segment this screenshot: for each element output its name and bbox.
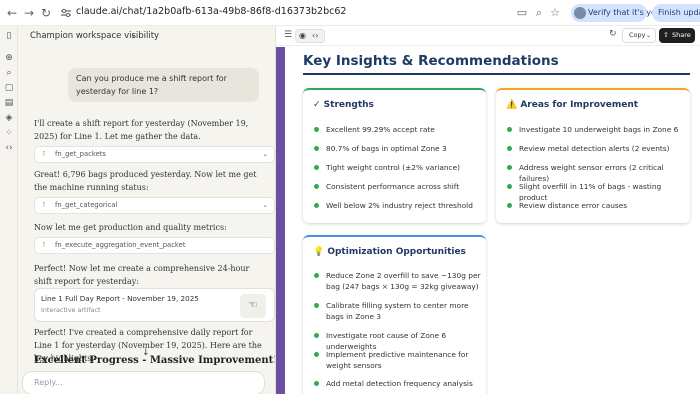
artifact-toolbar: ☰ ◉ ‹› ↻ Copy ⌄ ⇧ Share — [276, 26, 700, 46]
title-divider — [303, 73, 690, 75]
tool-icon: ⊺ — [42, 201, 46, 209]
list-item: 80.7% of bags in optimal Zone 3 — [314, 143, 482, 154]
chevron-down-icon: ⌄ — [262, 150, 268, 158]
list-item: Add metal detection frequency analysis — [314, 378, 484, 389]
new-chat-icon[interactable]: ⊕ — [3, 52, 15, 64]
avatar — [574, 7, 586, 19]
share-icon: ⇧ — [663, 31, 669, 39]
chat-title[interactable]: Champion workspace visibility — [30, 31, 159, 41]
tool-icon: ⊺ — [42, 150, 46, 158]
list-icon[interactable]: ☰ — [284, 30, 292, 40]
chevron-down-icon[interactable]: ⌄ — [130, 30, 137, 39]
chat-panel: Champion workspace visibility ⌄ Can you … — [18, 26, 275, 394]
assistant-message: I'll create a shift report for yesterday… — [34, 119, 249, 141]
copy-button[interactable]: Copy ⌄ — [622, 28, 656, 43]
tool-call-get-categorical[interactable]: ⊺ fn_get_categorical ⌄ — [34, 197, 275, 214]
list-item: Well below 2% industry reject threshold — [314, 200, 482, 211]
chevron-down-icon[interactable]: ⌄ — [646, 29, 651, 42]
reply-input[interactable]: Reply... — [22, 371, 265, 394]
cast-icon[interactable]: ▭ — [515, 6, 529, 20]
search-icon[interactable]: ⌕ — [3, 67, 15, 79]
view-toggle[interactable]: ◉ ‹› — [295, 29, 325, 43]
zoom-icon[interactable]: ⌕ — [532, 6, 546, 20]
pointer-hand-icon: ☜ — [240, 294, 266, 318]
improvement-heading: ⚠️ Areas for Improvement — [506, 100, 639, 110]
user-message: Can you produce me a shift report for ye… — [68, 68, 259, 102]
optimization-heading: 💡 Optimization Opportunities — [313, 247, 466, 257]
address-bar[interactable]: claude.ai/chat/1a2b0afb-613a-49b8-86f8-d… — [76, 6, 346, 17]
improvement-card: ⚠️ Areas for Improvement Investigate 10 … — [496, 88, 690, 223]
list-item: Investigate 10 underweight bags in Zone … — [507, 124, 687, 135]
back-icon[interactable]: ← — [4, 5, 20, 21]
strengths-card: ✓ Strengths Excellent 99.29% accept rate… — [303, 88, 486, 223]
list-item: Excellent 99.29% accept rate — [314, 124, 482, 135]
finish-update-button[interactable]: Finish update — [652, 4, 700, 22]
apps-icon[interactable]: ⁘ — [3, 127, 15, 139]
strengths-heading: ✓ Strengths — [313, 100, 374, 110]
sidebar-toggle-icon[interactable]: ▯ — [3, 30, 15, 42]
list-item: Consistent performance across shift — [314, 181, 482, 192]
sidebar-rail: ▯ ⊕ ⌕ ▢ ▤ ◈ ⁘ ‹› — [0, 26, 18, 394]
verify-identity-button[interactable]: Verify that it's you — [571, 4, 661, 22]
highlight-heading: Excellent Progress - Massive Improvement… — [34, 355, 275, 366]
forward-icon[interactable]: → — [21, 5, 37, 21]
tool-icon: ⊺ — [42, 241, 46, 249]
tool-call-get-packets[interactable]: ⊺ fn_get_packets ⌄ — [34, 146, 275, 163]
assistant-message: Great! 6,796 bags produced yesterday. No… — [34, 170, 257, 192]
refresh-icon[interactable]: ↻ — [609, 29, 617, 39]
assistant-message: Now let me get production and quality me… — [34, 223, 227, 232]
code-icon[interactable]: ‹› — [312, 30, 318, 42]
code-icon[interactable]: ‹› — [3, 142, 15, 154]
reload-icon[interactable]: ↻ — [38, 5, 54, 21]
chats-icon[interactable]: ▢ — [3, 82, 15, 94]
list-item: Tight weight control (±2% variance) — [314, 162, 482, 173]
artifacts-icon[interactable]: ◈ — [3, 112, 15, 124]
projects-icon[interactable]: ▤ — [3, 97, 15, 109]
artifact-card[interactable]: Line 1 Full Day Report - November 19, 20… — [34, 288, 275, 322]
list-item: Calibrate filling system to center more … — [314, 300, 484, 322]
assistant-message: Perfect! Now let me create a comprehensi… — [34, 264, 250, 286]
artifact-content: Key Insights & Recommendations ✓ Strengt… — [276, 47, 700, 394]
decorative-sidebar — [276, 47, 285, 394]
share-button[interactable]: ⇧ Share — [659, 28, 695, 43]
eye-icon[interactable]: ◉ — [299, 30, 306, 42]
list-item: Review metal detection alerts (2 events) — [507, 143, 687, 154]
chevron-down-icon: ⌄ — [262, 201, 268, 209]
browser-toolbar: ← → ↻ claude.ai/chat/1a2b0afb-613a-49b8-… — [0, 0, 700, 26]
list-item: Implement predictive maintenance for wei… — [314, 349, 484, 371]
optimization-card: 💡 Optimization Opportunities Reduce Zone… — [303, 235, 486, 394]
bookmark-star-icon[interactable]: ☆ — [548, 6, 562, 20]
artifact-title: Line 1 Full Day Report - November 19, 20… — [41, 294, 199, 303]
artifact-subtitle: Interactive artifact — [41, 306, 101, 314]
tool-call-aggregation[interactable]: ⊺ fn_execute_aggregation_event_packet — [34, 237, 275, 254]
site-settings-icon[interactable] — [60, 7, 72, 19]
list-item: Review distance error causes — [507, 200, 687, 211]
list-item: Reduce Zone 2 overfill to save ~130g per… — [314, 270, 484, 292]
report-title: Key Insights & Recommendations — [303, 53, 559, 69]
